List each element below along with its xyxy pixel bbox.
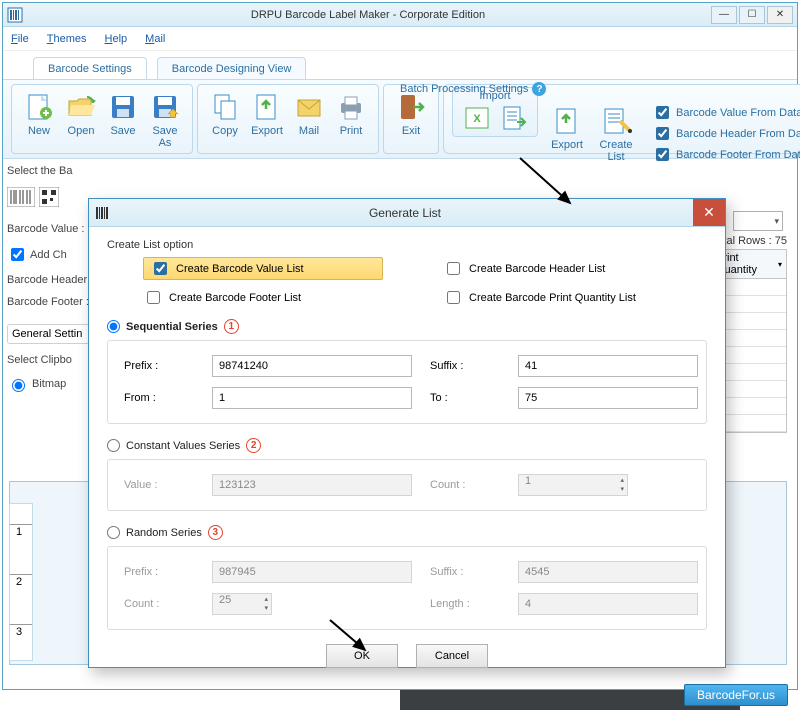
ribbon-file-group: New Open Save Save As (11, 84, 193, 154)
footer-label: Barcode Footer : (7, 296, 101, 308)
chk-footer-sheet[interactable]: Barcode Footer From Data Sheet (652, 145, 800, 164)
seq-from-input[interactable] (212, 387, 412, 409)
dialog-icon (89, 205, 117, 221)
maximize-button[interactable]: ☐ (739, 6, 765, 24)
annotation-2: 2 (246, 438, 261, 453)
app-icon (7, 7, 23, 23)
create-list-button[interactable]: Create List (588, 103, 644, 165)
chk-value-sheet[interactable]: Barcode Value From Data Sheet (652, 103, 800, 122)
rand-prefix-label: Prefix : (124, 566, 194, 578)
new-button[interactable]: New (18, 89, 60, 139)
ribbon: New Open Save Save As Copy Export Mail P… (3, 79, 797, 159)
menu-file[interactable]: File (11, 33, 29, 45)
addch-checkbox[interactable]: Add Ch (7, 245, 101, 264)
rand-count-input: 25 (212, 593, 272, 615)
dialog-titlebar: Generate List ✕ (89, 199, 725, 227)
seq-to-input[interactable] (518, 387, 698, 409)
tab-designing-view[interactable]: Barcode Designing View (157, 57, 307, 79)
batch-checkboxes: Barcode Value From Data Sheet Barcode He… (652, 87, 800, 164)
value-label: Barcode Value : (7, 223, 101, 235)
const-value-label: Value : (124, 479, 194, 491)
const-count-label: Count : (430, 479, 500, 491)
help-icon[interactable]: ? (532, 82, 546, 96)
ribbon-edit-group: Copy Export Mail Print (197, 84, 379, 154)
sequential-fieldset: Prefix : Suffix : From : To : (107, 340, 707, 424)
generate-list-dialog: Generate List ✕ Create List option Creat… (88, 198, 726, 668)
left-panel: Select the Ba Barcode Value : Add Ch Bar… (7, 165, 101, 402)
cancel-button[interactable]: Cancel (416, 644, 488, 668)
header-label: Barcode Header : (7, 274, 101, 286)
menubar: File Themes Help Mail (3, 27, 797, 51)
sequential-radio[interactable]: Sequential Series 1 (107, 319, 707, 334)
const-count-input: 1 (518, 474, 628, 496)
rand-suffix-label: Suffix : (430, 566, 500, 578)
window-title: DRPU Barcode Label Maker - Corporate Edi… (27, 9, 709, 21)
constant-fieldset: Value : Count : 1 (107, 459, 707, 511)
seq-suffix-label: Suffix : (430, 360, 500, 372)
barcode-2d-icon[interactable] (39, 187, 59, 207)
menu-help[interactable]: Help (105, 33, 128, 45)
export-button[interactable]: Export (246, 89, 288, 139)
dialog-title: Generate List (117, 206, 693, 220)
general-settings-tab[interactable]: General Settin (7, 324, 101, 344)
mail-button[interactable]: Mail (288, 89, 330, 139)
seq-from-label: From : (124, 392, 194, 404)
batch-panel: Import X Batch Processing Settings? Expo… (443, 84, 800, 154)
minimize-button[interactable]: — (711, 6, 737, 24)
clip-label: Select Clipbo (7, 354, 101, 366)
svg-text:X: X (473, 113, 481, 125)
rand-prefix-input (212, 561, 412, 583)
bitmap-radio[interactable]: Bitmap (7, 376, 101, 392)
opt-footer-list[interactable]: Create Barcode Footer List (143, 288, 383, 307)
barcode-type-icons (7, 187, 101, 207)
dialog-close-button[interactable]: ✕ (693, 199, 725, 226)
rand-count-label: Count : (124, 598, 194, 610)
barcode-1d-icon[interactable] (7, 187, 35, 207)
batch-title: Batch Processing Settings? (400, 82, 546, 96)
batch-export-button[interactable]: Export (546, 103, 588, 165)
rand-suffix-input (518, 561, 698, 583)
tab-barcode-settings[interactable]: Barcode Settings (33, 57, 147, 79)
watermark: BarcodeFor.us (684, 684, 788, 706)
ok-button[interactable]: OK (326, 644, 398, 668)
tabstrip: Barcode Settings Barcode Designing View (3, 51, 797, 79)
constant-radio[interactable]: Constant Values Series 2 (107, 438, 707, 453)
import-text-button[interactable] (495, 102, 531, 134)
opt-print-qty-list[interactable]: Create Barcode Print Quantity List (443, 288, 683, 307)
copy-button[interactable]: Copy (204, 89, 246, 139)
import-excel-button[interactable]: X (459, 102, 495, 134)
close-button[interactable]: ✕ (767, 6, 793, 24)
save-button[interactable]: Save (102, 89, 144, 139)
exit-button[interactable]: Exit (390, 89, 432, 139)
seq-to-label: To : (430, 392, 500, 404)
opt-header-list[interactable]: Create Barcode Header List (443, 257, 683, 280)
chk-header-sheet[interactable]: Barcode Header From Data Sheet (652, 124, 800, 143)
vertical-ruler: 1 2 3 (9, 503, 33, 661)
combo-right[interactable] (733, 211, 783, 231)
seq-suffix-input[interactable] (518, 355, 698, 377)
seq-prefix-input[interactable] (212, 355, 412, 377)
menu-mail[interactable]: Mail (145, 33, 165, 45)
print-button[interactable]: Print (330, 89, 372, 139)
saveas-button[interactable]: Save As (144, 89, 186, 151)
menu-themes[interactable]: Themes (47, 33, 87, 45)
annotation-1: 1 (224, 319, 239, 334)
seq-prefix-label: Prefix : (124, 360, 194, 372)
select-label: Select the Ba (7, 165, 101, 177)
opt-value-list[interactable]: Create Barcode Value List (143, 257, 383, 280)
random-radio[interactable]: Random Series 3 (107, 525, 707, 540)
create-list-option-label: Create List option (107, 239, 707, 251)
rand-length-input (518, 593, 698, 615)
const-value-input (212, 474, 412, 496)
open-button[interactable]: Open (60, 89, 102, 139)
random-fieldset: Prefix : Suffix : Count : 25 Length : (107, 546, 707, 630)
annotation-3: 3 (208, 525, 223, 540)
rand-length-label: Length : (430, 598, 500, 610)
titlebar: DRPU Barcode Label Maker - Corporate Edi… (3, 3, 797, 27)
